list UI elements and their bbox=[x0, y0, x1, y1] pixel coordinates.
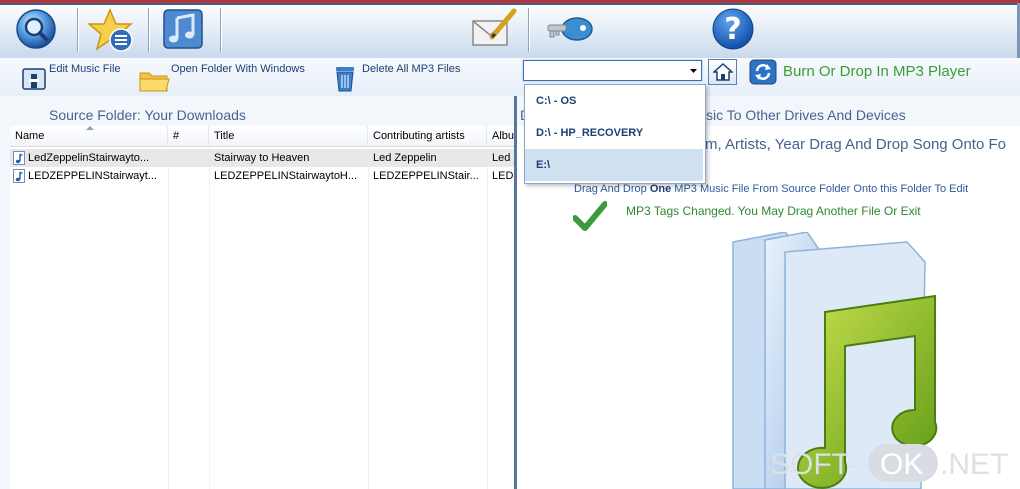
status-message: MP3 Tags Changed. You May Drag Another F… bbox=[626, 204, 921, 218]
refresh-icon bbox=[749, 59, 777, 85]
track-artist: Led Zeppelin bbox=[373, 152, 437, 164]
track-album: Led bbox=[492, 152, 511, 164]
action-toolbar: Edit Music File Open Folder With Windows… bbox=[0, 58, 1020, 96]
delete-all-mp3-button[interactable]: Delete All MP3 Files bbox=[332, 63, 482, 93]
drive-dropdown-list: C:\ - OS D:\ - HP_RECOVERY E:\ bbox=[524, 84, 706, 184]
search-globe-icon[interactable] bbox=[14, 7, 58, 51]
column-header-album[interactable]: Albu bbox=[487, 126, 514, 146]
file-list-header: Name # Title Contributing artists Albu bbox=[10, 126, 514, 147]
file-list[interactable]: Name # Title Contributing artists Albu L… bbox=[10, 126, 514, 489]
drive-option-c[interactable]: C:\ - OS bbox=[525, 85, 703, 117]
right-heading-end: sic To Other Drives And Devices bbox=[706, 107, 906, 123]
column-header-artists[interactable]: Contributing artists bbox=[368, 126, 487, 146]
drive-option-d[interactable]: D:\ - HP_RECOVERY bbox=[525, 117, 703, 149]
watermark-left: SOFT- bbox=[770, 448, 859, 481]
column-header-title[interactable]: Title bbox=[209, 126, 368, 146]
trash-icon bbox=[336, 67, 354, 92]
track-number bbox=[168, 167, 209, 185]
table-row[interactable]: LEDZEPPELINStairwayt... LEDZEPPELINStair… bbox=[10, 167, 514, 185]
delete-all-mp3-label: Delete All MP3 Files bbox=[362, 63, 461, 75]
chevron-down-icon bbox=[690, 69, 697, 73]
right-panel: m, Artists, Year Drag And Drop Song Onto… bbox=[517, 84, 1020, 489]
file-name: LedZeppelinStairwayto... bbox=[28, 152, 150, 164]
table-row[interactable]: LedZeppelinStairwayto... Stairway to Hea… bbox=[10, 149, 514, 167]
track-artist: LEDZEPPELINStair... bbox=[373, 170, 479, 182]
watermark-middle: OK bbox=[880, 448, 924, 481]
open-folder-label: Open Folder With Windows bbox=[171, 63, 305, 75]
sort-ascending-icon bbox=[86, 126, 94, 130]
drive-option-e[interactable]: E:\ bbox=[525, 149, 703, 181]
edit-music-file-label: Edit Music File bbox=[49, 63, 121, 75]
help-icon[interactable]: ? bbox=[711, 7, 755, 51]
left-margin bbox=[0, 126, 10, 489]
heading-row: Source Folder: Your Downloads D sic To O… bbox=[0, 96, 1020, 126]
checkmark-icon bbox=[573, 201, 607, 231]
drag-drop-instruction: Drag And Drop One MP3 Music File From So… bbox=[574, 183, 969, 195]
home-button[interactable] bbox=[708, 59, 737, 85]
instruction-text: m, Artists, Year Drag And Drop Song Onto… bbox=[705, 136, 1006, 153]
key-icon[interactable] bbox=[544, 7, 593, 51]
drive-select[interactable] bbox=[523, 60, 702, 81]
open-folder-button[interactable]: Open Folder With Windows bbox=[138, 63, 318, 93]
refresh-button[interactable] bbox=[749, 59, 777, 85]
music-note-icon[interactable] bbox=[160, 7, 204, 51]
track-title: Stairway to Heaven bbox=[214, 152, 310, 164]
track-album: LED bbox=[492, 170, 514, 182]
home-icon bbox=[713, 63, 733, 81]
help-glyph: ? bbox=[724, 12, 741, 47]
folder-icon bbox=[139, 72, 170, 92]
star-list-icon[interactable] bbox=[86, 7, 134, 52]
top-toolbar: ? bbox=[0, 0, 1020, 59]
source-folder-label: Source Folder: Your Downloads bbox=[49, 107, 246, 123]
watermark-right: .NET bbox=[940, 448, 1009, 481]
envelope-pen-icon[interactable] bbox=[470, 7, 517, 51]
edit-music-file-button[interactable]: Edit Music File bbox=[14, 63, 124, 93]
edit-file-icon bbox=[22, 68, 46, 90]
track-title: LEDZEPPELINStairwaytoH... bbox=[214, 170, 358, 182]
column-header-number[interactable]: # bbox=[168, 126, 209, 146]
burn-to-player-link[interactable]: Burn Or Drop In MP3 Player bbox=[783, 63, 971, 80]
file-name: LEDZEPPELINStairwayt... bbox=[28, 170, 157, 182]
track-number bbox=[168, 149, 209, 167]
